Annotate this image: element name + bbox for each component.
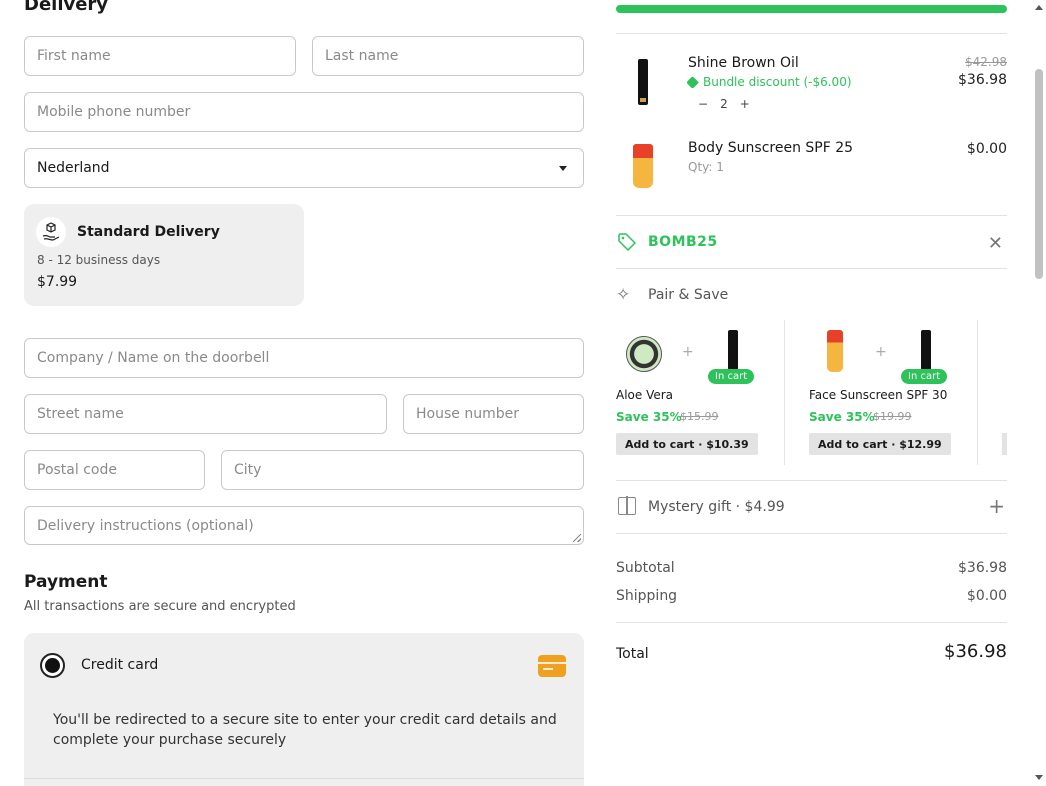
gift-icon <box>618 496 636 515</box>
postal-code-field[interactable]: Postal code <box>24 450 205 490</box>
country-select[interactable]: Nederland <box>24 148 584 188</box>
remove-coupon-close-icon[interactable]: ✕ <box>988 233 1003 254</box>
pair-card-save: Save 35% <box>616 410 682 424</box>
scroll-down-arrow-icon[interactable] <box>1035 775 1043 780</box>
house-number-field[interactable]: House number <box>403 394 584 434</box>
pair-card-old-price: $19.99 <box>873 410 912 423</box>
pair-card-name: Aloe Vera <box>616 388 674 402</box>
tag-icon <box>618 233 636 251</box>
shipping-title: Standard Delivery <box>77 224 220 240</box>
shipping-option-standard[interactable]: Standard Delivery 8 - 12 business days $… <box>24 204 304 306</box>
total-label: Total <box>616 646 649 662</box>
divider <box>616 215 1007 216</box>
decrease-quantity-button[interactable]: − <box>698 97 708 111</box>
quantity-stepper[interactable]: − 2 + <box>698 97 750 111</box>
cart-item-price: $36.98 <box>958 72 1007 88</box>
free-shipping-progress-bar <box>616 5 1007 13</box>
credit-card-icon <box>538 655 566 677</box>
delivery-instructions-field[interactable]: Delivery instructions (optional) <box>24 506 584 545</box>
pair-card-overflow <box>1002 433 1007 455</box>
pair-save-title: Pair & Save <box>648 287 729 303</box>
coupon-code: BOMB25 <box>648 234 718 250</box>
pair-card-face-sunscreen: + In cart Face Sunscreen SPF 30 Save 35%… <box>809 320 977 465</box>
cart-item-name: Shine Brown Oil <box>688 55 799 71</box>
instructions-placeholder: Delivery instructions (optional) <box>37 517 254 534</box>
bundle-discount: Bundle discount (-$6.00) <box>686 75 852 89</box>
shipping-days: 8 - 12 business days <box>37 253 161 267</box>
in-cart-badge: In cart <box>901 369 948 384</box>
payment-heading: Payment <box>24 572 108 592</box>
pair-card-divider <box>784 320 785 465</box>
mystery-gift-label: Mystery gift · $4.99 <box>648 499 785 515</box>
package-hand-icon <box>36 217 66 247</box>
first-name-field[interactable]: First name <box>24 36 296 76</box>
divider <box>616 268 1007 269</box>
country-value: Nederland <box>37 160 110 176</box>
product-image-aloe-vera <box>626 336 662 372</box>
shipping-value: $0.00 <box>966 588 1007 604</box>
page-scrollbar[interactable] <box>1032 0 1046 786</box>
pair-card-divider <box>977 320 978 465</box>
cart-item-old-price: $42.98 <box>965 55 1007 69</box>
product-image-shine-oil <box>618 57 668 107</box>
cart-item-qty: Qty: 1 <box>688 160 724 174</box>
add-to-cart-button[interactable]: Add to cart · $12.99 <box>809 433 951 455</box>
payment-method-label: Credit card <box>81 657 159 673</box>
plus-icon: + <box>875 344 887 360</box>
cart-item-name: Body Sunscreen SPF 25 <box>688 140 854 156</box>
shipping-price: $7.99 <box>37 274 78 290</box>
sparkles-icon: ✧ <box>616 285 631 305</box>
cart-item-price: $0.00 <box>966 141 1007 157</box>
pair-card-old-price: $15.99 <box>680 410 719 423</box>
add-mystery-gift-plus-icon[interactable]: + <box>988 494 1005 518</box>
company-field[interactable]: Company / Name on the doorbell <box>24 338 584 378</box>
divider <box>616 533 1007 534</box>
city-field[interactable]: City <box>221 450 584 490</box>
tag-icon <box>686 75 699 89</box>
divider <box>616 480 1007 481</box>
add-to-cart-button[interactable]: Add to cart · $10.39 <box>616 433 758 455</box>
product-image-shine-oil <box>921 330 931 370</box>
divider <box>616 33 1007 34</box>
delivery-heading: Delivery <box>24 0 109 15</box>
street-field[interactable]: Street name <box>24 394 387 434</box>
divider <box>616 622 1007 623</box>
plus-icon: + <box>682 344 694 360</box>
scroll-up-arrow-icon[interactable] <box>1035 5 1043 10</box>
resize-grip-icon[interactable] <box>573 534 581 542</box>
chevron-down-icon <box>559 166 567 171</box>
in-cart-badge: In cart <box>708 369 755 384</box>
total-value: $36.98 <box>944 641 1007 662</box>
pair-card-save: Save 35% <box>809 410 875 424</box>
product-image-face-sunscreen <box>827 330 843 372</box>
payment-option-credit-card[interactable]: Credit card You'll be redirected to a se… <box>24 633 584 786</box>
bundle-discount-text: Bundle discount (-$6.00) <box>703 75 852 89</box>
shipping-label: Shipping <box>616 588 678 604</box>
last-name-field[interactable]: Last name <box>312 36 584 76</box>
phone-field[interactable]: Mobile phone number <box>24 92 584 132</box>
credit-card-radio[interactable] <box>40 653 65 678</box>
subtotal-label: Subtotal <box>616 560 675 576</box>
payment-divider <box>24 778 584 779</box>
product-image-shine-oil <box>728 330 738 370</box>
quantity-value: 2 <box>720 97 728 111</box>
product-image-body-sunscreen <box>618 141 668 191</box>
increase-quantity-button[interactable]: + <box>740 97 750 111</box>
payment-redirect-note: You'll be redirected to a secure site to… <box>53 712 557 748</box>
scrollbar-thumb[interactable] <box>1035 69 1043 279</box>
pair-card-aloe-vera: + In cart Aloe Vera Save 35% $15.99 Add … <box>616 320 784 465</box>
subtotal-value: $36.98 <box>958 560 1007 576</box>
pair-card-name: Face Sunscreen SPF 30 <box>809 388 948 402</box>
payment-subtitle: All transactions are secure and encrypte… <box>24 599 296 614</box>
radio-selected-dot <box>45 658 60 673</box>
